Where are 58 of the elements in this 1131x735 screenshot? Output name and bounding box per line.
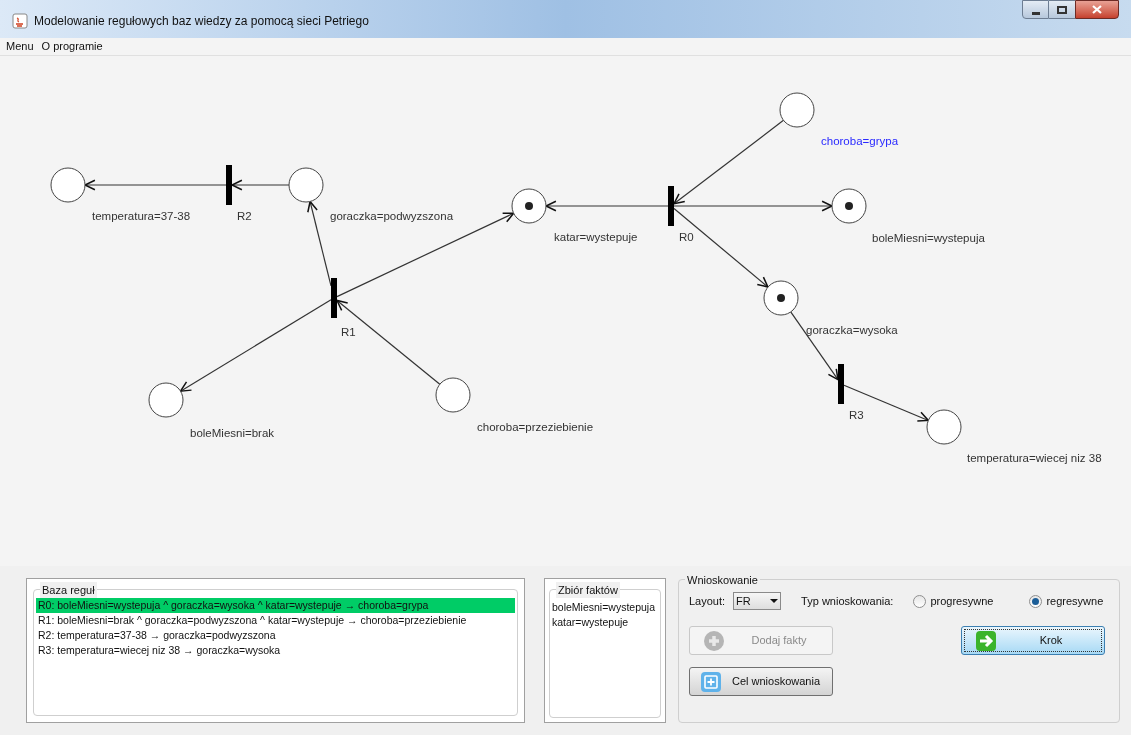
fact-item: katar=wystepuje [552, 615, 630, 630]
transition-bar [226, 165, 232, 205]
place-node [435, 377, 471, 413]
place-node [50, 167, 86, 203]
radio-option[interactable]: regresywne [1029, 592, 1104, 610]
place-label: boleMiesni=brak [190, 427, 275, 439]
place-label: temperatura=37-38 [92, 210, 191, 222]
menu-item[interactable]: Menu [6, 38, 34, 55]
close-icon [1092, 5, 1102, 14]
layout-dropdown[interactable]: FR [733, 592, 782, 610]
arrow-right-icon [975, 629, 997, 652]
arc-arrow [230, 179, 290, 191]
transition-label: R2 [237, 210, 252, 222]
plus-icon [703, 629, 725, 652]
place-node [763, 280, 799, 316]
type-label: Typ wnioskowania: [801, 593, 894, 609]
place-node [831, 188, 867, 224]
place-node [511, 188, 547, 224]
place-label: temperatura=wiecej niz 38 [967, 452, 1102, 464]
transition-bar [838, 364, 844, 404]
plus-square-icon [699, 670, 722, 693]
place-label: choroba=przeziebienie [477, 421, 594, 433]
radio-button[interactable] [1029, 594, 1043, 608]
place-label: boleMiesni=wystepuja [872, 232, 985, 244]
rule-item[interactable]: R1: boleMiesni=brak ^ goraczka=podwyzszona ^ katar=wystepuje → choroba=przeziebienie [36, 613, 515, 628]
place-node [926, 409, 962, 445]
maximize-icon [1057, 5, 1067, 14]
place-node [779, 92, 815, 128]
place-label: goraczka=podwyzszona [330, 210, 454, 222]
place-node [288, 167, 324, 203]
radio-option[interactable]: progresywne [913, 592, 994, 610]
rule-item[interactable]: R2: temperatura=37-38 → goraczka=podwyzszona [36, 628, 515, 643]
radio-button[interactable] [913, 594, 927, 608]
layout-label: Layout: [689, 593, 726, 609]
minimize-button[interactable] [1022, 0, 1049, 19]
transition-bar [668, 186, 674, 226]
transition-label: R0 [679, 231, 694, 243]
close-button[interactable] [1075, 0, 1119, 19]
action-button[interactable]: Cel wnioskowania [689, 667, 833, 696]
window-title: Modelowanie regułowych baz wiedzy za pomocą sieci Petriego [34, 13, 369, 30]
caret-icon [770, 599, 779, 603]
rule-item[interactable]: R3: temperatura=wiecej niz 38 → goraczka=wysoka [36, 643, 515, 658]
group-title: Baza reguł [40, 582, 97, 598]
transition-label: R3 [849, 409, 864, 421]
menu-item[interactable]: O programie [41, 38, 103, 55]
place-label: katar=wystepuje [554, 231, 638, 243]
app-icon [12, 13, 28, 29]
transition-label: R1 [341, 326, 356, 338]
fact-item: boleMiesni=wystepuja [552, 600, 657, 615]
minimize-icon [1031, 12, 1040, 15]
action-button[interactable]: Krok [961, 626, 1105, 655]
place-label: goraczka=wysoka [806, 324, 898, 336]
group-title: Zbiór faktów [556, 582, 620, 598]
transition-bar [331, 278, 337, 318]
place-label: choroba=grypa [821, 135, 899, 147]
rule-item[interactable]: R0: boleMiesni=wystepuja ^ goraczka=wysoka ^ katar=wystepuje → choroba=grypa [36, 598, 515, 613]
maximize-button[interactable] [1049, 0, 1075, 19]
place-node [148, 382, 184, 418]
